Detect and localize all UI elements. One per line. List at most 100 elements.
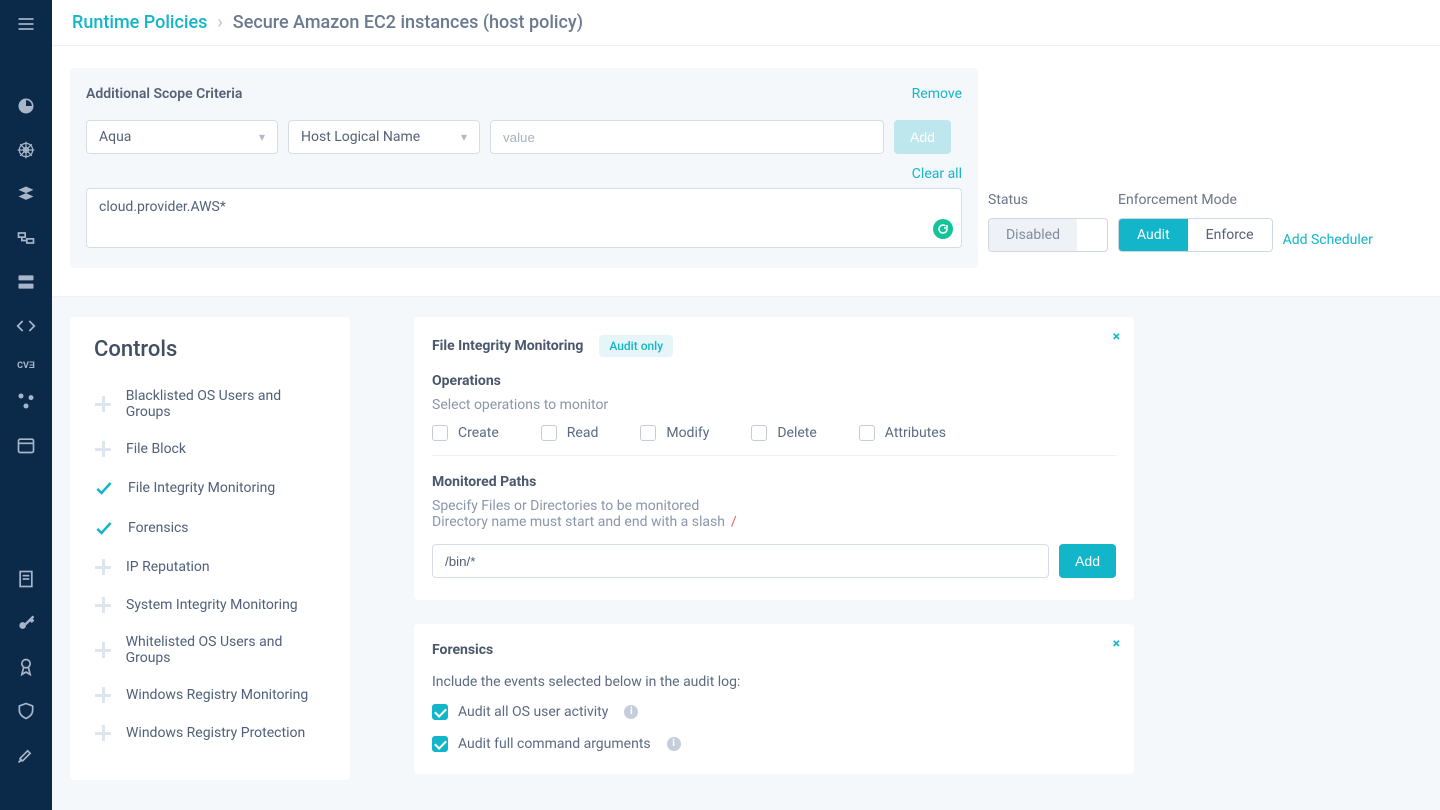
remove-link[interactable]: Remove	[912, 86, 962, 102]
fim-panel: × File Integrity Monitoring Audit only O…	[414, 317, 1134, 600]
checkbox-icon	[751, 425, 767, 441]
operation-label: Modify	[666, 425, 709, 441]
plus-icon	[94, 724, 112, 742]
network-icon[interactable]	[16, 228, 36, 252]
server-icon[interactable]	[16, 272, 36, 296]
plus-icon	[94, 596, 112, 614]
menu-icon[interactable]	[16, 14, 36, 38]
operation-label: Read	[567, 425, 599, 441]
info-icon[interactable]: i	[667, 737, 681, 751]
scope-expression-field[interactable]: cloud.provider.AWS*	[86, 188, 962, 248]
scope-value-input[interactable]	[490, 120, 884, 154]
forensics-checkbox[interactable]: Audit full command arguments i	[432, 736, 1116, 752]
audit-option[interactable]: Audit	[1119, 219, 1188, 251]
fim-title: File Integrity Monitoring	[432, 338, 583, 354]
paths-hint-1: Specify Files or Directories to be monit…	[432, 498, 1116, 514]
control-label: Blacklisted OS Users and Groups	[126, 388, 326, 420]
cves-icon[interactable]: CVƎ	[17, 360, 35, 371]
control-item[interactable]: Windows Registry Monitoring	[94, 676, 326, 714]
forensics-checkbox[interactable]: Audit all OS user activity i	[432, 704, 1116, 720]
forensics-title: Forensics	[432, 642, 493, 658]
status-label: Status	[988, 192, 1108, 208]
enforcement-mode-toggle[interactable]: Audit Enforce	[1118, 218, 1273, 252]
control-item[interactable]: Whitelisted OS Users and Groups	[94, 624, 326, 676]
control-label: Windows Registry Protection	[126, 725, 305, 741]
controls-card: Controls Blacklisted OS Users and Groups…	[70, 317, 350, 780]
graph-icon[interactable]	[16, 391, 36, 415]
stack-icon[interactable]	[16, 184, 36, 208]
plus-icon	[94, 641, 112, 659]
forensics-item-label: Audit all OS user activity	[458, 704, 608, 720]
operation-checkbox[interactable]: Delete	[751, 425, 816, 441]
operation-checkbox[interactable]: Create	[432, 425, 499, 441]
chevron-right-icon: ›	[217, 12, 222, 33]
add-scheduler-link[interactable]: Add Scheduler	[1283, 232, 1373, 248]
enforcement-label: Enforcement Mode	[1118, 192, 1273, 208]
path-input[interactable]	[432, 544, 1049, 578]
breadcrumb-leaf: Secure Amazon EC2 instances (host policy…	[233, 12, 583, 33]
tools-icon[interactable]	[16, 745, 36, 769]
chevron-down-icon: ▾	[461, 130, 467, 144]
monitored-paths-heading: Monitored Paths	[432, 474, 1116, 490]
operation-checkbox[interactable]: Attributes	[859, 425, 946, 441]
shield-icon[interactable]	[16, 701, 36, 725]
calendar-icon[interactable]	[16, 435, 36, 459]
close-icon[interactable]: ×	[1113, 636, 1120, 652]
paths-hint-2: Directory name must start and end with a…	[432, 514, 1116, 530]
control-item[interactable]: File Integrity Monitoring	[94, 468, 326, 508]
audit-only-badge: Audit only	[599, 335, 673, 357]
control-label: File Block	[126, 441, 186, 457]
control-label: Windows Registry Monitoring	[126, 687, 308, 703]
helm-icon[interactable]	[16, 140, 36, 164]
operations-heading: Operations	[432, 373, 1116, 389]
operation-label: Delete	[777, 425, 816, 441]
checkbox-icon	[432, 425, 448, 441]
close-icon[interactable]: ×	[1113, 329, 1120, 345]
plus-icon	[94, 440, 112, 458]
scope-title: Additional Scope Criteria	[86, 86, 242, 102]
checkbox-icon	[432, 704, 448, 720]
control-item[interactable]: IP Reputation	[94, 548, 326, 586]
path-add-button[interactable]: Add	[1059, 544, 1116, 578]
control-label: System Integrity Monitoring	[126, 597, 298, 613]
control-item[interactable]: File Block	[94, 430, 326, 468]
plus-icon	[94, 686, 112, 704]
breadcrumb-root[interactable]: Runtime Policies	[72, 12, 207, 33]
scope-add-button[interactable]: Add	[894, 120, 951, 154]
key-icon[interactable]	[16, 613, 36, 637]
award-icon[interactable]	[16, 657, 36, 681]
info-icon[interactable]: i	[624, 705, 638, 719]
control-item[interactable]: Windows Registry Protection	[94, 714, 326, 752]
control-item[interactable]: System Integrity Monitoring	[94, 586, 326, 624]
checkbox-icon	[432, 736, 448, 752]
checkbox-icon	[859, 425, 875, 441]
scope-select-1[interactable]: Aqua▾	[86, 120, 278, 154]
control-item[interactable]: Blacklisted OS Users and Groups	[94, 378, 326, 430]
enforce-option[interactable]: Enforce	[1188, 219, 1272, 251]
report-icon[interactable]	[16, 569, 36, 593]
status-toggle[interactable]: Disabled	[988, 218, 1108, 252]
operation-label: Attributes	[885, 425, 946, 441]
dashboard-icon[interactable]	[16, 96, 36, 120]
control-label: Forensics	[128, 520, 189, 536]
control-label: IP Reputation	[126, 559, 210, 575]
check-icon	[94, 478, 114, 498]
clear-all-link[interactable]: Clear all	[912, 166, 962, 182]
operations-hint: Select operations to monitor	[432, 397, 1116, 413]
operation-checkbox[interactable]: Read	[541, 425, 599, 441]
control-label: Whitelisted OS Users and Groups	[126, 634, 326, 666]
scope-select-2[interactable]: Host Logical Name▾	[288, 120, 480, 154]
operation-checkbox[interactable]: Modify	[640, 425, 709, 441]
plus-icon	[94, 558, 112, 576]
operation-label: Create	[458, 425, 499, 441]
control-item[interactable]: Forensics	[94, 508, 326, 548]
control-label: File Integrity Monitoring	[128, 480, 275, 496]
grammarly-icon	[933, 219, 953, 239]
code-icon[interactable]	[16, 316, 36, 340]
forensics-panel: × Forensics Include the events selected …	[414, 624, 1134, 774]
plus-icon	[94, 395, 112, 413]
forensics-item-label: Audit full command arguments	[458, 736, 651, 752]
slash-sample: /	[731, 514, 737, 530]
checkbox-icon	[541, 425, 557, 441]
checkbox-icon	[640, 425, 656, 441]
